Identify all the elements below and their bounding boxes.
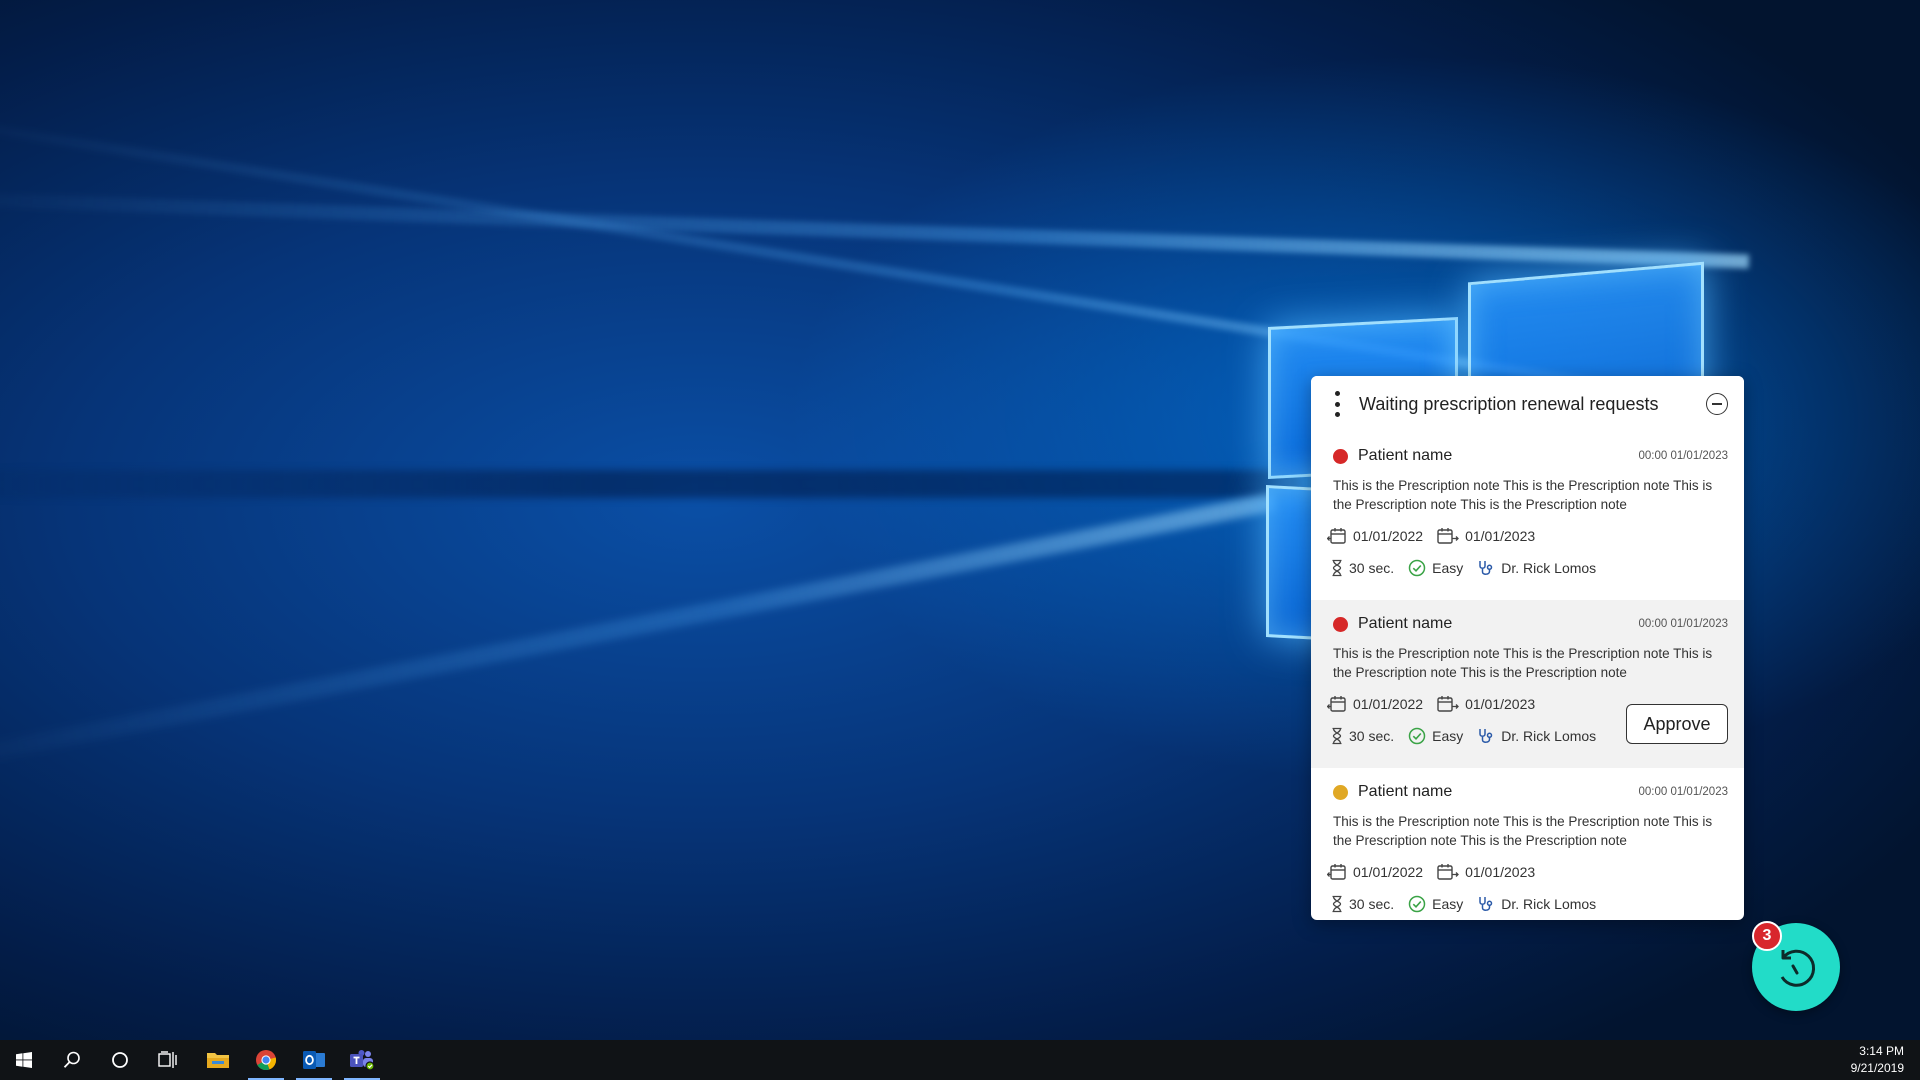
- calendar-start-icon: [1327, 528, 1346, 544]
- windows-start-icon: [16, 1052, 32, 1068]
- cortana-icon: [112, 1052, 128, 1068]
- prescription-note: This is the Prescription note This is th…: [1333, 646, 1713, 680]
- teams-icon: [350, 1050, 375, 1071]
- patient-name: Patient name: [1358, 615, 1453, 632]
- history-icon: [1780, 949, 1816, 987]
- stethoscope-icon: [1479, 897, 1493, 911]
- start-date: 01/01/2022: [1353, 864, 1424, 880]
- notification-count-badge: 3: [1752, 921, 1782, 951]
- check-circle-icon: [1408, 895, 1426, 913]
- patient-name: Patient name: [1358, 783, 1453, 800]
- status-dot: [1333, 448, 1348, 464]
- teams-button[interactable]: [338, 1040, 386, 1080]
- search-icon: [63, 1051, 80, 1068]
- start-date: 01/01/2022: [1353, 696, 1424, 712]
- prescription-renewal-panel: Waiting prescription renewal requests Pa…: [1311, 376, 1744, 920]
- outlook-button[interactable]: [290, 1040, 338, 1080]
- check-circle-icon: [1408, 559, 1426, 577]
- prescription-note: This is the Prescription note This is th…: [1333, 478, 1713, 512]
- duration: 30 sec.: [1349, 896, 1395, 912]
- doctor-name: Dr. Rick Lomos: [1501, 896, 1597, 912]
- end-date: 01/01/2023: [1465, 696, 1536, 712]
- hourglass-icon: [1332, 895, 1342, 913]
- panel-title: Waiting prescription renewal requests: [1359, 393, 1659, 414]
- taskbar: 3:14 PM 9/21/2019: [0, 1040, 1920, 1080]
- approve-button[interactable]: Approve: [1626, 704, 1728, 744]
- patient-name: Patient name: [1358, 447, 1453, 464]
- request-timestamp: 00:00 01/01/2023: [1638, 786, 1728, 798]
- task-view-icon: [158, 1051, 177, 1068]
- more-options-icon[interactable]: [1329, 391, 1345, 417]
- doctor-name: Dr. Rick Lomos: [1501, 560, 1597, 576]
- outlook-icon: [303, 1051, 325, 1069]
- calendar-end-icon: [1437, 528, 1459, 544]
- hourglass-icon: [1332, 559, 1342, 577]
- hourglass-icon: [1332, 727, 1342, 745]
- difficulty: Easy: [1432, 896, 1464, 912]
- request-card[interactable]: Patient name 00:00 01/01/2023 This is th…: [1311, 432, 1744, 600]
- request-list[interactable]: Patient name 00:00 01/01/2023 This is th…: [1311, 432, 1744, 920]
- status-dot: [1333, 616, 1348, 632]
- status-dot: [1333, 784, 1348, 800]
- difficulty: Easy: [1432, 728, 1464, 744]
- start-date: 01/01/2022: [1353, 528, 1424, 544]
- stethoscope-icon: [1479, 729, 1493, 743]
- doctor-name: Dr. Rick Lomos: [1501, 728, 1597, 744]
- panel-header: Waiting prescription renewal requests: [1311, 376, 1744, 432]
- chrome-icon: [256, 1050, 277, 1071]
- calendar-start-icon: [1327, 696, 1346, 712]
- end-date: 01/01/2023: [1465, 864, 1536, 880]
- taskbar-search-button[interactable]: [48, 1040, 96, 1080]
- file-explorer-icon: [207, 1053, 229, 1068]
- request-card[interactable]: Patient name 00:00 01/01/2023 This is th…: [1311, 768, 1744, 920]
- file-explorer-button[interactable]: [194, 1040, 242, 1080]
- clock-date: 9/21/2019: [1850, 1061, 1904, 1075]
- calendar-start-icon: [1327, 864, 1346, 880]
- task-view-button[interactable]: [144, 1040, 192, 1080]
- light-beam: [0, 470, 1300, 498]
- stethoscope-icon: [1479, 561, 1493, 575]
- calendar-end-icon: [1437, 864, 1459, 880]
- request-timestamp: 00:00 01/01/2023: [1638, 450, 1728, 462]
- calendar-end-icon: [1437, 696, 1459, 712]
- request-card[interactable]: Patient name 00:00 01/01/2023 This is th…: [1311, 600, 1744, 768]
- prescription-note: This is the Prescription note This is th…: [1333, 814, 1713, 848]
- system-clock[interactable]: 3:14 PM 9/21/2019: [1851, 1043, 1920, 1077]
- request-timestamp: 00:00 01/01/2023: [1638, 618, 1728, 630]
- check-circle-icon: [1408, 727, 1426, 745]
- minimize-button[interactable]: [1706, 393, 1728, 415]
- start-button[interactable]: [0, 1040, 48, 1080]
- difficulty: Easy: [1432, 560, 1464, 576]
- light-beam: [0, 493, 1276, 778]
- duration: 30 sec.: [1349, 560, 1395, 576]
- light-beam: [0, 190, 1750, 269]
- duration: 30 sec.: [1349, 728, 1395, 744]
- chrome-button[interactable]: [242, 1040, 290, 1080]
- end-date: 01/01/2023: [1465, 528, 1536, 544]
- clock-time: 3:14 PM: [1859, 1044, 1904, 1058]
- cortana-button[interactable]: [96, 1040, 144, 1080]
